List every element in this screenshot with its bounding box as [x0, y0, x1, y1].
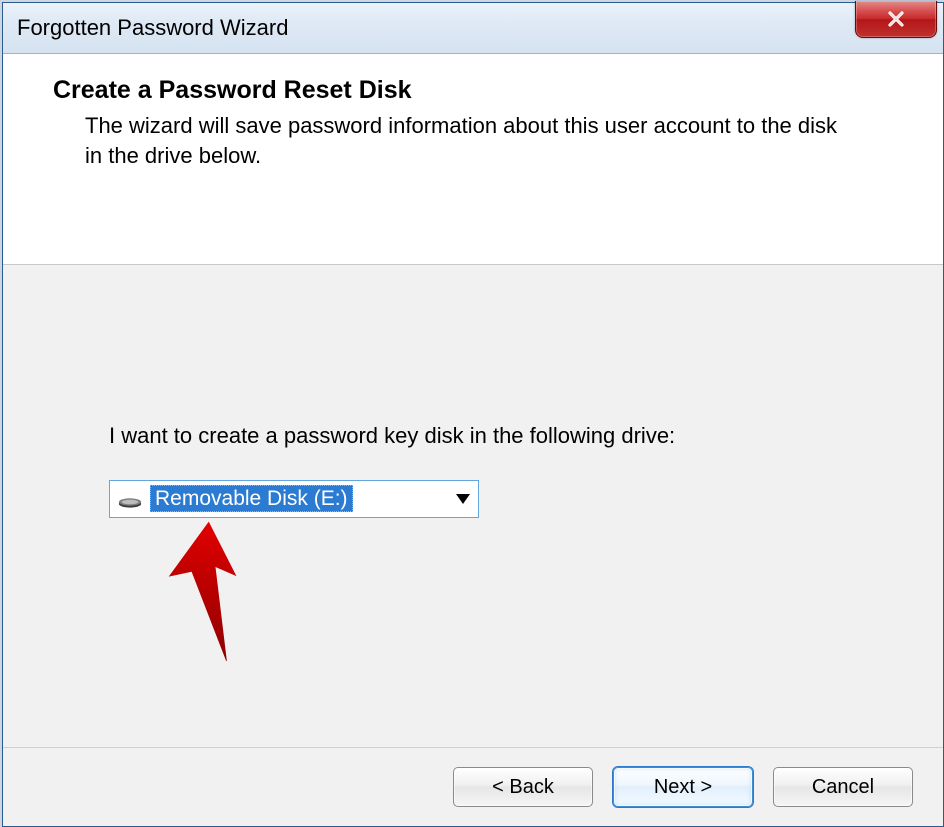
- titlebar: Forgotten Password Wizard: [3, 3, 943, 54]
- wizard-body: I want to create a password key disk in …: [3, 265, 943, 747]
- cancel-button[interactable]: Cancel: [773, 767, 913, 807]
- next-button[interactable]: Next >: [613, 767, 753, 807]
- annotation-arrow: [139, 521, 259, 661]
- window-title: Forgotten Password Wizard: [17, 15, 288, 41]
- page-title: Create a Password Reset Disk: [53, 76, 907, 105]
- wizard-header: Create a Password Reset Disk The wizard …: [3, 54, 943, 265]
- drive-select[interactable]: Removable Disk (E:): [109, 480, 479, 518]
- back-button[interactable]: < Back: [453, 767, 593, 807]
- page-description: The wizard will save password informatio…: [85, 111, 855, 170]
- drive-selected-value: Removable Disk (E:): [150, 485, 353, 512]
- wizard-button-bar: < Back Next > Cancel: [3, 747, 943, 826]
- wizard-window: Forgotten Password Wizard Create a Passw…: [2, 2, 944, 827]
- close-button[interactable]: [855, 1, 937, 38]
- removable-disk-icon: [116, 489, 144, 509]
- close-icon: [886, 9, 906, 29]
- drive-prompt-label: I want to create a password key disk in …: [109, 423, 675, 449]
- chevron-down-icon: [448, 494, 478, 504]
